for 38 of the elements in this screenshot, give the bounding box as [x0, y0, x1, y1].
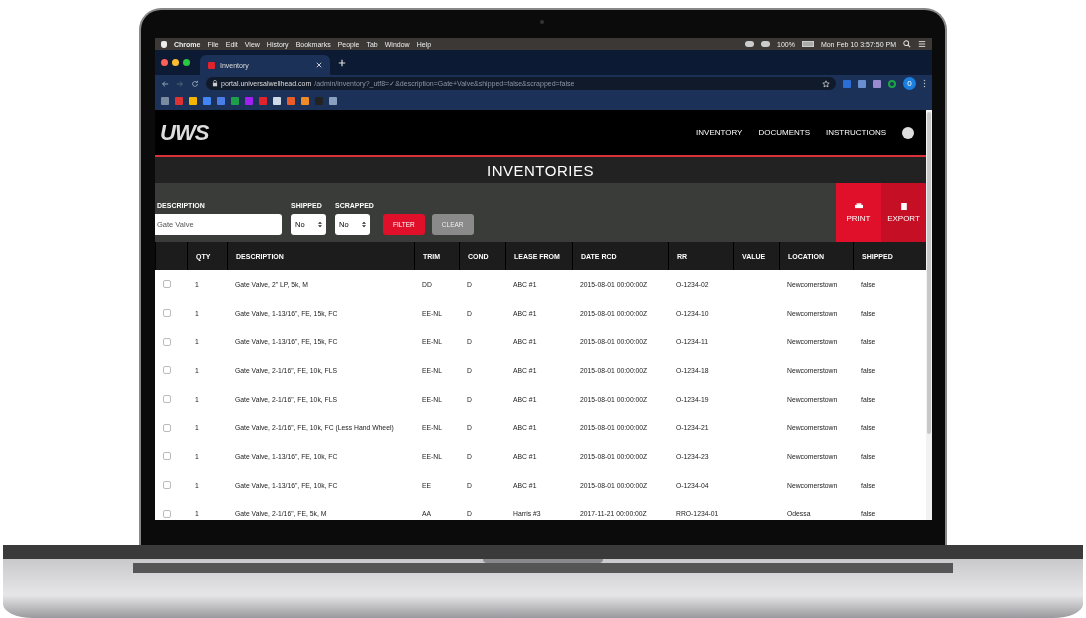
- profile-avatar[interactable]: 0: [903, 77, 916, 90]
- reload-icon[interactable]: [191, 79, 199, 88]
- printer-icon: [854, 202, 863, 210]
- row-checkbox[interactable]: [163, 395, 171, 404]
- search-icon[interactable]: [903, 40, 911, 48]
- document-icon: [899, 202, 908, 210]
- nav-link[interactable]: DOCUMENTS: [758, 128, 810, 137]
- close-icon[interactable]: [316, 62, 322, 68]
- forward-arrow-icon[interactable]: [176, 79, 184, 88]
- select-arrows-icon: [318, 221, 322, 228]
- row-checkbox[interactable]: [163, 481, 171, 490]
- page-title: INVENTORIES: [487, 161, 594, 179]
- favicon-icon: [208, 61, 215, 69]
- row-checkbox[interactable]: [163, 337, 171, 346]
- maximize-window-icon[interactable]: [183, 59, 190, 66]
- minimize-window-icon[interactable]: [172, 59, 179, 66]
- row-checkbox[interactable]: [163, 309, 171, 318]
- row-checkbox[interactable]: [163, 423, 171, 432]
- nav-link[interactable]: INSTRUCTIONS: [826, 128, 886, 137]
- menu-icon[interactable]: [918, 40, 926, 48]
- print-button[interactable]: PRINT: [836, 183, 881, 242]
- nav-link[interactable]: INVENTORY: [696, 128, 743, 137]
- scrollbar-thumb[interactable]: [927, 112, 931, 434]
- row-checkbox[interactable]: [163, 452, 171, 461]
- row-checkbox[interactable]: [163, 509, 171, 518]
- new-tab-icon[interactable]: [338, 58, 346, 67]
- row-checkbox[interactable]: [163, 366, 171, 375]
- back-arrow-icon[interactable]: [161, 79, 169, 88]
- battery-icon[interactable]: [801, 41, 814, 47]
- camera-icon: [540, 20, 544, 24]
- export-button[interactable]: EXPORT: [881, 183, 926, 242]
- row-checkbox[interactable]: [163, 280, 171, 289]
- lock-icon: [212, 80, 218, 87]
- close-window-icon[interactable]: [161, 59, 168, 66]
- user-avatar[interactable]: [902, 126, 914, 139]
- select-arrows-icon: [362, 221, 366, 228]
- logo[interactable]: UWS: [160, 119, 209, 146]
- star-icon[interactable]: [822, 79, 830, 88]
